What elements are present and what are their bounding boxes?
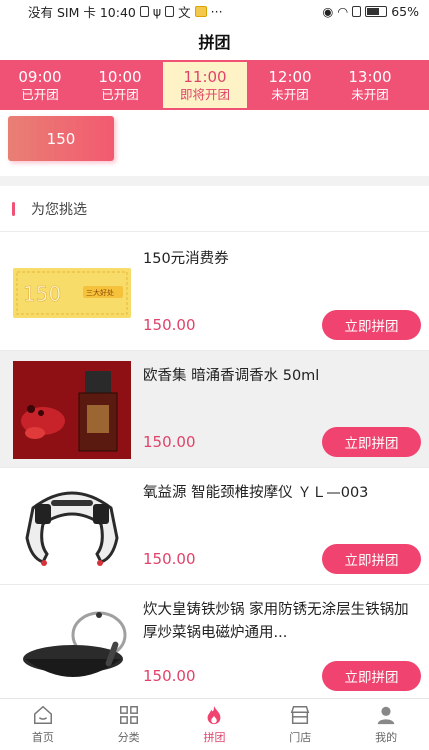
- tab-group-buy[interactable]: 拼团: [172, 699, 258, 750]
- flame-icon: [208, 705, 221, 725]
- status-right: ◉ ◠ 65%: [322, 4, 419, 19]
- product-name: 欧香集 暗涌香调香水 50ml: [143, 368, 320, 384]
- tab-profile[interactable]: 我的: [343, 699, 429, 750]
- product-name: 炊大皇铸铁炒锅 家用防锈无涂层生铁锅加厚炒菜锅电磁炉通用...: [143, 602, 409, 641]
- usb-icon: ψ: [152, 3, 162, 19]
- bottom-tab-bar: 首页 分类 拼团 门店 我的: [0, 698, 429, 750]
- product-info: 炊大皇铸铁炒锅 家用防锈无涂层生铁锅加厚炒菜锅电磁炉通用... 150.00 立…: [143, 595, 421, 691]
- slot-time: 09:00: [18, 67, 62, 86]
- product-image-wok: [12, 595, 132, 693]
- time-slot-1100-active[interactable]: 11:00 即将开团: [163, 62, 247, 108]
- battery-icon: [365, 5, 388, 17]
- product-info: 150元消费券 150.00 立即拼团: [143, 244, 421, 340]
- product-info: 氧益源 智能颈椎按摩仪 ＹＬ—003 150.00 立即拼团: [143, 478, 421, 574]
- time-slot-strip[interactable]: 09:00 已开团 10:00 已开团 11:00 即将开团 12:00 未开团…: [0, 60, 429, 110]
- coupon-chip[interactable]: 150: [8, 116, 114, 161]
- tab-store[interactable]: 门店: [257, 699, 343, 750]
- product-image-coupon: 150 三大好处: [12, 244, 132, 342]
- section-header: 为您挑选: [0, 186, 429, 232]
- battery-percent: 65%: [391, 3, 419, 19]
- join-group-button[interactable]: 立即拼团: [322, 661, 421, 691]
- grid-icon: [119, 706, 138, 724]
- product-name: 氧益源 智能颈椎按摩仪 ＹＬ—003: [143, 485, 369, 501]
- tab-home[interactable]: 首页: [0, 699, 86, 750]
- tab-label: 拼团: [203, 731, 226, 744]
- product-row-bottom: 150.00 立即拼团: [143, 427, 421, 457]
- product-price: 150.00: [143, 550, 196, 568]
- app-notification-icon: [194, 5, 207, 17]
- coupon-image: 150 三大好处: [13, 268, 131, 318]
- tab-label: 我的: [375, 731, 398, 744]
- time-slot-1200[interactable]: 12:00 未开团: [250, 60, 330, 110]
- slot-status: 即将开团: [179, 86, 230, 102]
- wifi-icon: ◠: [337, 3, 349, 19]
- time-slot-1000[interactable]: 10:00 已开团: [80, 60, 160, 110]
- product-info: 欧香集 暗涌香调香水 50ml 150.00 立即拼团: [143, 361, 421, 457]
- alert-icon: [352, 5, 362, 17]
- perfume-image: [13, 361, 131, 459]
- slot-time: 10:00: [98, 67, 142, 86]
- product-row-bottom: 150.00 立即拼团: [143, 661, 421, 691]
- slot-time: 11:00: [183, 67, 227, 86]
- tab-label: 门店: [289, 731, 312, 744]
- time-slot-0900[interactable]: 09:00 已开团: [0, 60, 80, 110]
- slot-status: 未开团: [271, 86, 309, 102]
- product-price: 150.00: [143, 433, 196, 451]
- product-row-bottom: 150.00 立即拼团: [143, 310, 421, 340]
- tab-label: 分类: [117, 731, 140, 744]
- more-notifications: ···: [210, 3, 223, 19]
- section-accent-bar: [12, 201, 15, 216]
- product-row-bottom: 150.00 立即拼团: [143, 544, 421, 574]
- product-price: 150.00: [143, 316, 196, 334]
- slot-status: 已开团: [101, 86, 139, 102]
- status-bar: 没有 SIM 卡 10:40 ψ 文 ··· ◉ ◠ 65%: [0, 0, 429, 22]
- wok-image: [23, 611, 127, 677]
- coupon-area: 150: [0, 110, 429, 176]
- product-image-massager: [12, 478, 132, 576]
- product-item[interactable]: 150 三大好处 150元消费券 150.00 立即拼团: [0, 234, 429, 351]
- join-group-button[interactable]: 立即拼团: [322, 427, 421, 457]
- translate-icon: 文: [178, 4, 191, 20]
- product-item[interactable]: 氧益源 智能颈椎按摩仪 ＹＬ—003 150.00 立即拼团: [0, 468, 429, 585]
- product-name: 150元消费券: [143, 251, 229, 267]
- coupon-image-value: 150: [23, 282, 61, 306]
- product-image-perfume: [12, 361, 132, 459]
- section-divider: [0, 176, 429, 186]
- carrier-time: 没有 SIM 卡 10:40: [28, 4, 136, 20]
- product-price: 150.00: [143, 667, 196, 685]
- time-slot-1300[interactable]: 13:00 未开团: [330, 60, 410, 110]
- status-left: 没有 SIM 卡 10:40 ψ 文 ···: [28, 2, 223, 21]
- product-list: 150 三大好处 150元消费券 150.00 立即拼团 欧香集 暗涌香调香水 …: [0, 234, 429, 702]
- page-title: 拼团: [198, 33, 231, 52]
- tab-label: 首页: [31, 731, 54, 744]
- slot-status: 未开团: [351, 86, 389, 102]
- eye-icon: ◉: [322, 3, 334, 19]
- user-icon: [377, 706, 395, 725]
- neck-massager-image: [25, 491, 119, 566]
- join-group-button[interactable]: 立即拼团: [322, 544, 421, 574]
- slot-status: 已开团: [21, 86, 59, 102]
- tab-category[interactable]: 分类: [86, 699, 172, 750]
- home-icon: [33, 705, 52, 724]
- slot-time: 13:00: [348, 67, 392, 86]
- notification-icon: [139, 5, 149, 17]
- product-item[interactable]: 欧香集 暗涌香调香水 50ml 150.00 立即拼团: [0, 351, 429, 468]
- coupon-image-tag: 三大好处: [86, 288, 114, 297]
- message-icon: [165, 5, 175, 17]
- store-icon: [291, 706, 310, 724]
- product-item[interactable]: 炊大皇铸铁炒锅 家用防锈无涂层生铁锅加厚炒菜锅电磁炉通用... 150.00 立…: [0, 585, 429, 702]
- join-group-button[interactable]: 立即拼团: [322, 310, 421, 340]
- nav-bar: 拼团: [0, 22, 429, 60]
- slot-time: 12:00: [268, 67, 312, 86]
- section-title: 为您挑选: [31, 201, 87, 218]
